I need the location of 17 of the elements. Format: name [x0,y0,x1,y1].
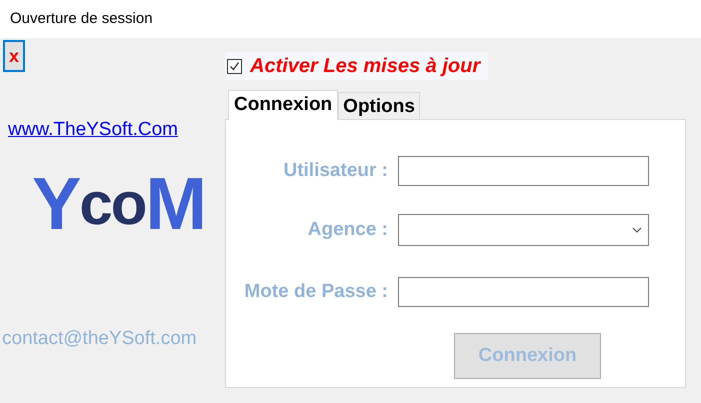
field-label: Utilisateur : [282,158,389,183]
checkbox[interactable] [227,58,242,74]
field-label: Agence : [306,218,389,242]
checkbox-label: Activer Les mises à jour [250,54,480,79]
tab[interactable]: Connexion [228,90,338,120]
updates-checkbox[interactable]: Activer Les mises à jour [225,52,488,80]
tab[interactable]: Options [338,92,420,119]
password-field[interactable] [398,277,649,307]
window-title: Ouverture de session [10,8,153,29]
contact-email: contact@theYSoft.com [2,326,197,350]
field-label: Mote de Passe : [243,280,389,304]
website-link[interactable]: www.TheYSoft.Com [8,116,178,144]
check-icon [229,60,240,72]
chevron-down-icon [632,227,642,233]
agency-dropdown[interactable] [398,214,649,246]
username-field[interactable] [398,156,649,186]
ycom-logo: YcoM [32,166,206,240]
